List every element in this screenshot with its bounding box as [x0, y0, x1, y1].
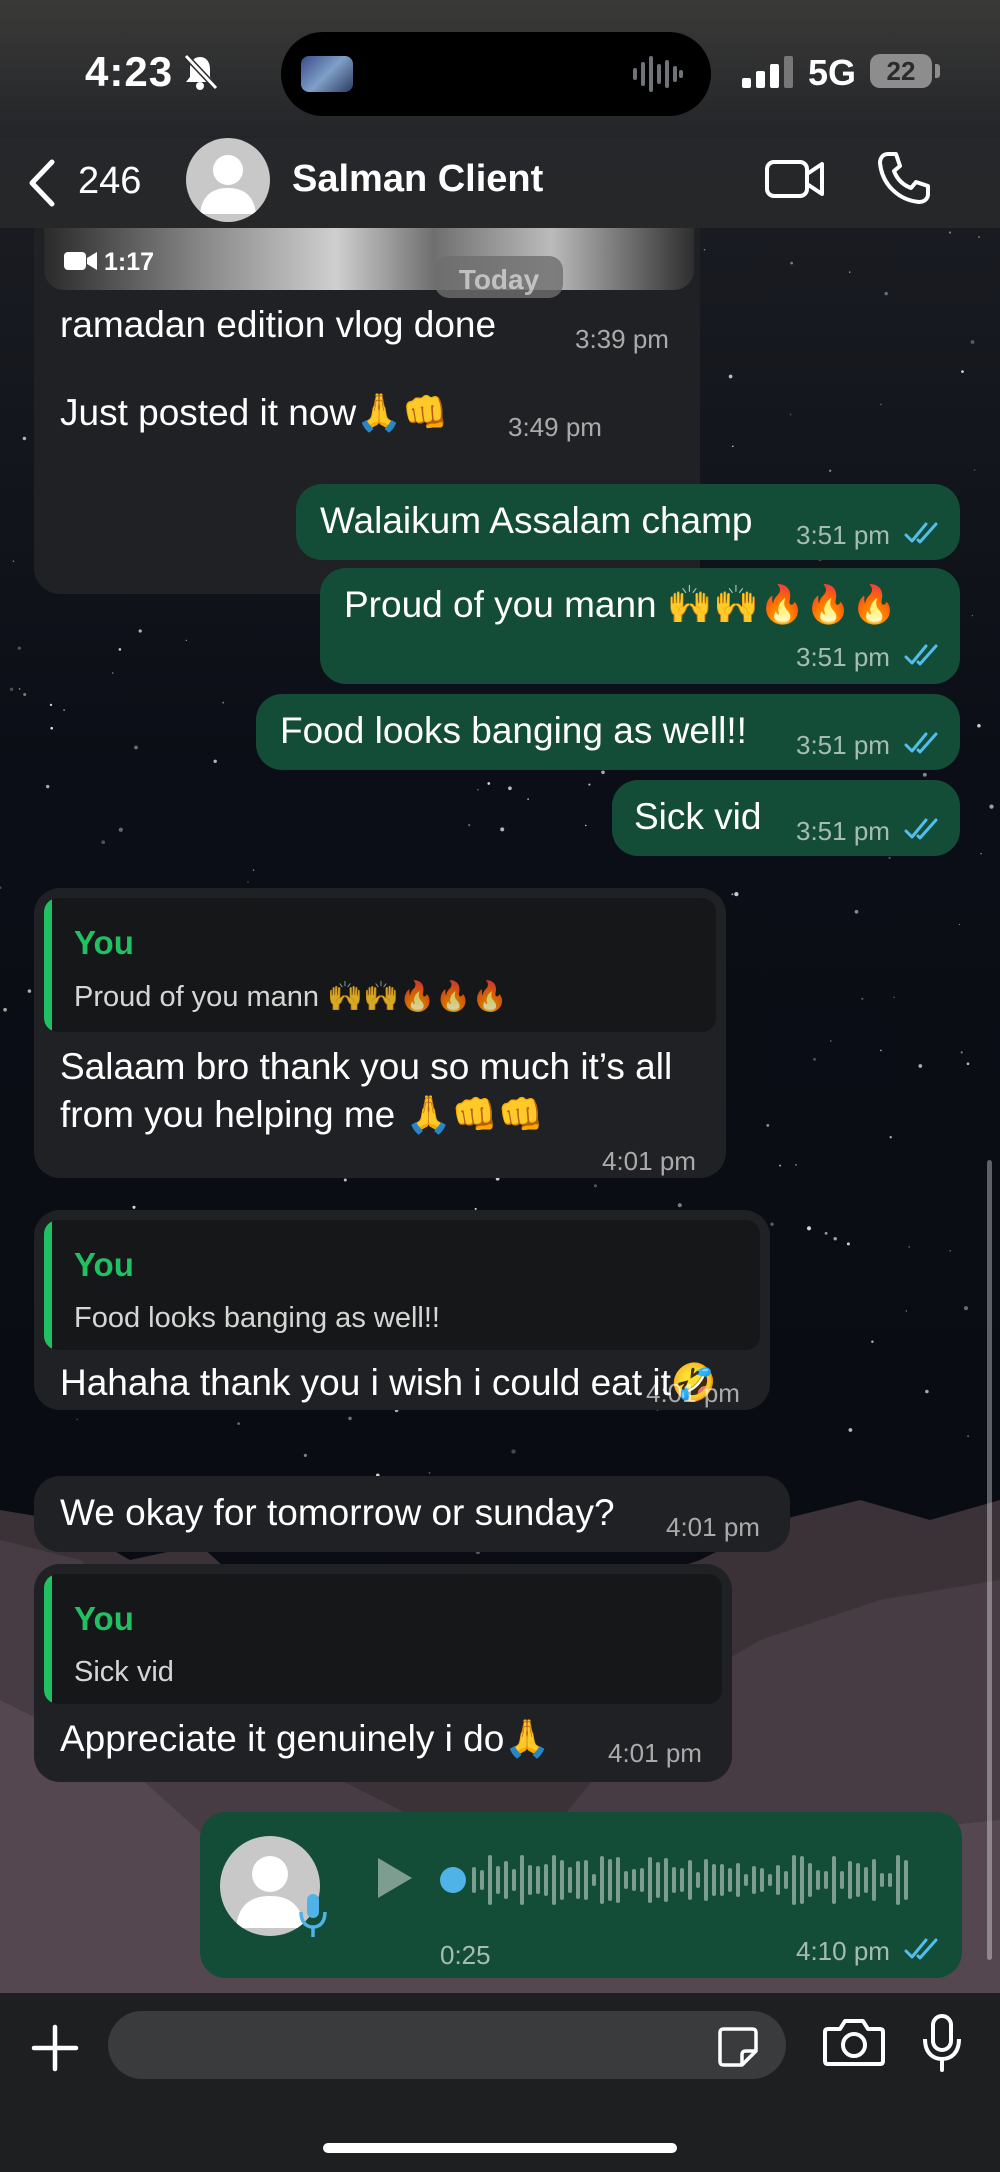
- message-text: Walaikum Assalam champ: [320, 500, 753, 541]
- cellular-signal-icon: [742, 56, 793, 88]
- message-time: 3:49 pm: [508, 412, 602, 442]
- camera-icon[interactable]: [822, 2015, 886, 2069]
- plus-icon[interactable]: [30, 2023, 80, 2073]
- message-text: Just posted it now🙏👊: [60, 392, 449, 433]
- quoted-message[interactable]: You Proud of you mann 🙌🙌🔥🔥🔥: [44, 898, 716, 1032]
- double-tick-icon: [904, 1938, 938, 1960]
- message-time: 4:01 pm: [666, 1512, 760, 1542]
- scrollbar[interactable]: [987, 1160, 992, 1960]
- message-time: 3:51 pm: [796, 520, 890, 550]
- quote-accent-bar: [44, 1220, 52, 1350]
- person-icon: [200, 155, 256, 214]
- double-tick-icon: [904, 644, 938, 666]
- back-unread-count[interactable]: 246: [78, 160, 141, 203]
- chevron-left-icon[interactable]: [22, 156, 62, 210]
- message-text: Food looks banging as well!!: [280, 710, 747, 751]
- quoted-message[interactable]: You Sick vid: [44, 1574, 722, 1704]
- outgoing-voice-message[interactable]: 0:25 4:10 pm: [200, 1812, 962, 1978]
- home-indicator[interactable]: [323, 2143, 677, 2153]
- message-time: 4:01 pm: [602, 1146, 696, 1176]
- message-text: Appreciate it genuinely i do🙏: [60, 1718, 551, 1759]
- message-time: 4:01 pm: [646, 1378, 740, 1408]
- play-icon[interactable]: [372, 1854, 416, 1902]
- battery-tip: [935, 64, 940, 78]
- message-time: 4:01 pm: [608, 1738, 702, 1768]
- message-list[interactable]: 1:17 Today ramadan edition vlog done 3:3…: [0, 228, 1000, 1993]
- quote-text: Food looks banging as well!!: [74, 1302, 440, 1334]
- voice-duration: 0:25: [440, 1940, 491, 1970]
- message-text: ramadan edition vlog done: [60, 304, 497, 345]
- message-time: 3:39 pm: [575, 324, 669, 354]
- dynamic-island[interactable]: [281, 32, 711, 116]
- date-separator: Today: [435, 256, 563, 298]
- quote-text: Sick vid: [74, 1656, 174, 1688]
- video-duration: 1:17: [104, 248, 155, 276]
- network-type: 5G: [808, 52, 857, 93]
- video-camera-icon: [64, 252, 97, 270]
- status-bar: 4:23 5G 22: [0, 0, 1000, 140]
- message-time: 4:10 pm: [796, 1936, 890, 1966]
- message-time: 3:51 pm: [796, 730, 890, 760]
- chat-header: 246 Salman Client: [0, 138, 1000, 228]
- message-text: We okay for tomorrow or sunday?: [60, 1492, 615, 1533]
- quote-text: Proud of you mann 🙌🙌🔥🔥🔥: [74, 981, 508, 1013]
- quoted-message[interactable]: You Food looks banging as well!!: [44, 1220, 760, 1350]
- double-tick-icon: [904, 732, 938, 754]
- video-call-icon[interactable]: [764, 154, 826, 204]
- battery-icon: 22: [870, 54, 932, 88]
- message-text-line-2: from you helping me 🙏👊👊: [60, 1094, 544, 1135]
- mic-icon[interactable]: [922, 2013, 962, 2073]
- status-time: 4:23: [85, 48, 174, 95]
- message-text-line-1: Salaam bro thank you so much it’s all: [60, 1046, 673, 1087]
- sticker-icon[interactable]: [716, 2025, 760, 2069]
- message-text: Sick vid: [634, 796, 762, 837]
- mic-icon: [299, 1894, 327, 1937]
- video-thumbnail[interactable]: 1:17: [44, 228, 694, 290]
- double-tick-icon: [904, 818, 938, 840]
- quote-accent-bar: [44, 898, 52, 1032]
- quote-author: You: [74, 1600, 134, 1637]
- audio-waveform-icon: [633, 56, 683, 92]
- voice-waveform[interactable]: [440, 1850, 920, 1910]
- message-text: Proud of you mann 🙌🙌🔥🔥🔥: [344, 584, 898, 625]
- quote-accent-bar: [44, 1574, 52, 1704]
- battery-level: 22: [886, 56, 916, 86]
- message-time: 3:51 pm: [796, 816, 890, 846]
- contact-name[interactable]: Salman Client: [292, 158, 543, 201]
- quote-author: You: [74, 1246, 134, 1283]
- message-input[interactable]: [108, 2011, 786, 2079]
- live-activity-thumbnail: [301, 56, 353, 92]
- message-text: Hahaha thank you i wish i could eat it🤣: [60, 1362, 717, 1403]
- silent-bell-icon: [183, 53, 219, 91]
- phone-icon[interactable]: [876, 150, 930, 206]
- quote-author: You: [74, 924, 134, 961]
- avatar[interactable]: [186, 138, 270, 222]
- message-time: 3:51 pm: [796, 642, 890, 672]
- message-composer: [0, 1993, 1000, 2172]
- double-tick-icon: [904, 522, 938, 544]
